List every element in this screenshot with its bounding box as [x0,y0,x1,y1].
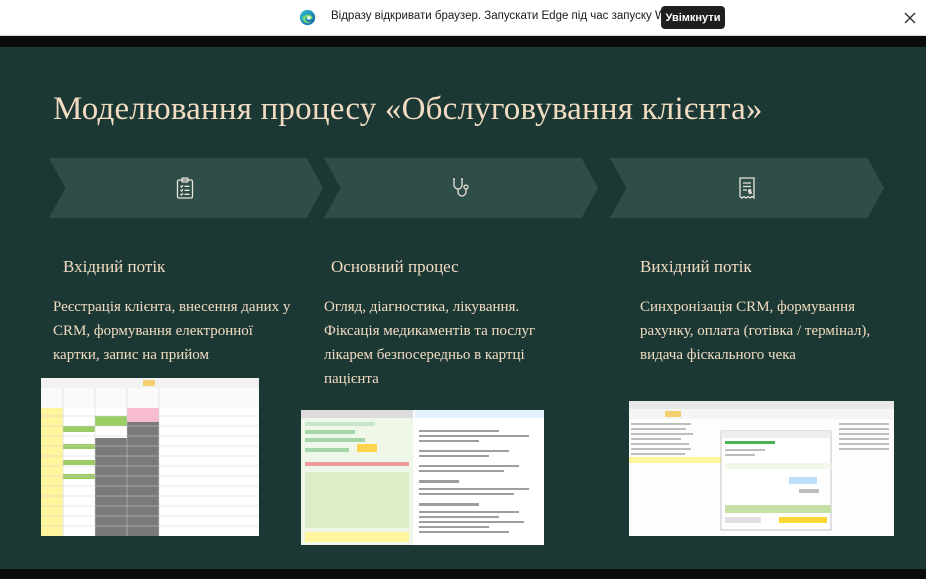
notification-message: Відразу відкривати браузер. Запускати Ed… [331,10,705,22]
close-icon[interactable] [901,9,919,27]
column-heading-outbound: Вихідний потік [640,257,752,276]
column-body-outbound: Синхронізація CRM, формування рахунку, о… [640,299,871,363]
receipt-icon [739,177,755,200]
payment-screenshot [629,401,894,536]
bottom-bar [0,569,926,579]
edge-logo-icon [299,9,316,26]
column-heading-process: Основний процес [331,257,459,276]
edge-notification-bar: Відразу відкривати браузер. Запускати Ed… [0,0,926,36]
column-body-inbound: Реєстрація клієнта, внесення даних у CRM… [53,299,291,363]
schedule-screenshot [41,378,259,536]
patient-card-screenshot [301,410,544,545]
column-heading-inbound: Вхідний потік [63,257,166,276]
slide-title: Моделювання процесу «Обслуговування кліє… [53,91,763,127]
presentation-slide: Моделювання процесу «Обслуговування кліє… [0,47,926,569]
enable-startup-button[interactable]: Увімкнути [661,6,725,29]
column-body-process: Огляд, діагностика, лікування. Фіксація … [324,299,536,387]
clipboard-checklist-icon [176,177,194,199]
stethoscope-icon [453,178,469,197]
